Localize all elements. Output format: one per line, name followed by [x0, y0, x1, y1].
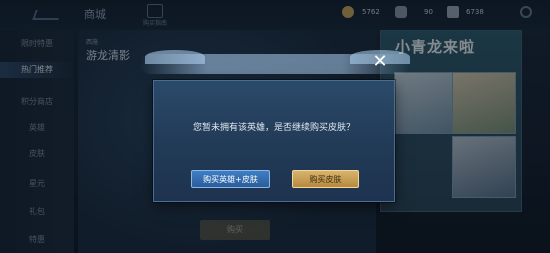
cloud-ornament	[145, 50, 205, 64]
close-button[interactable]: ✕	[369, 51, 391, 73]
buy-hero-and-skin-button[interactable]: 购买英雄+皮肤	[191, 170, 270, 188]
dialog-message: 您暂未拥有该英雄，是否继续购买皮肤？	[192, 123, 355, 133]
buy-skin-button[interactable]: 购买皮肤	[292, 170, 359, 188]
